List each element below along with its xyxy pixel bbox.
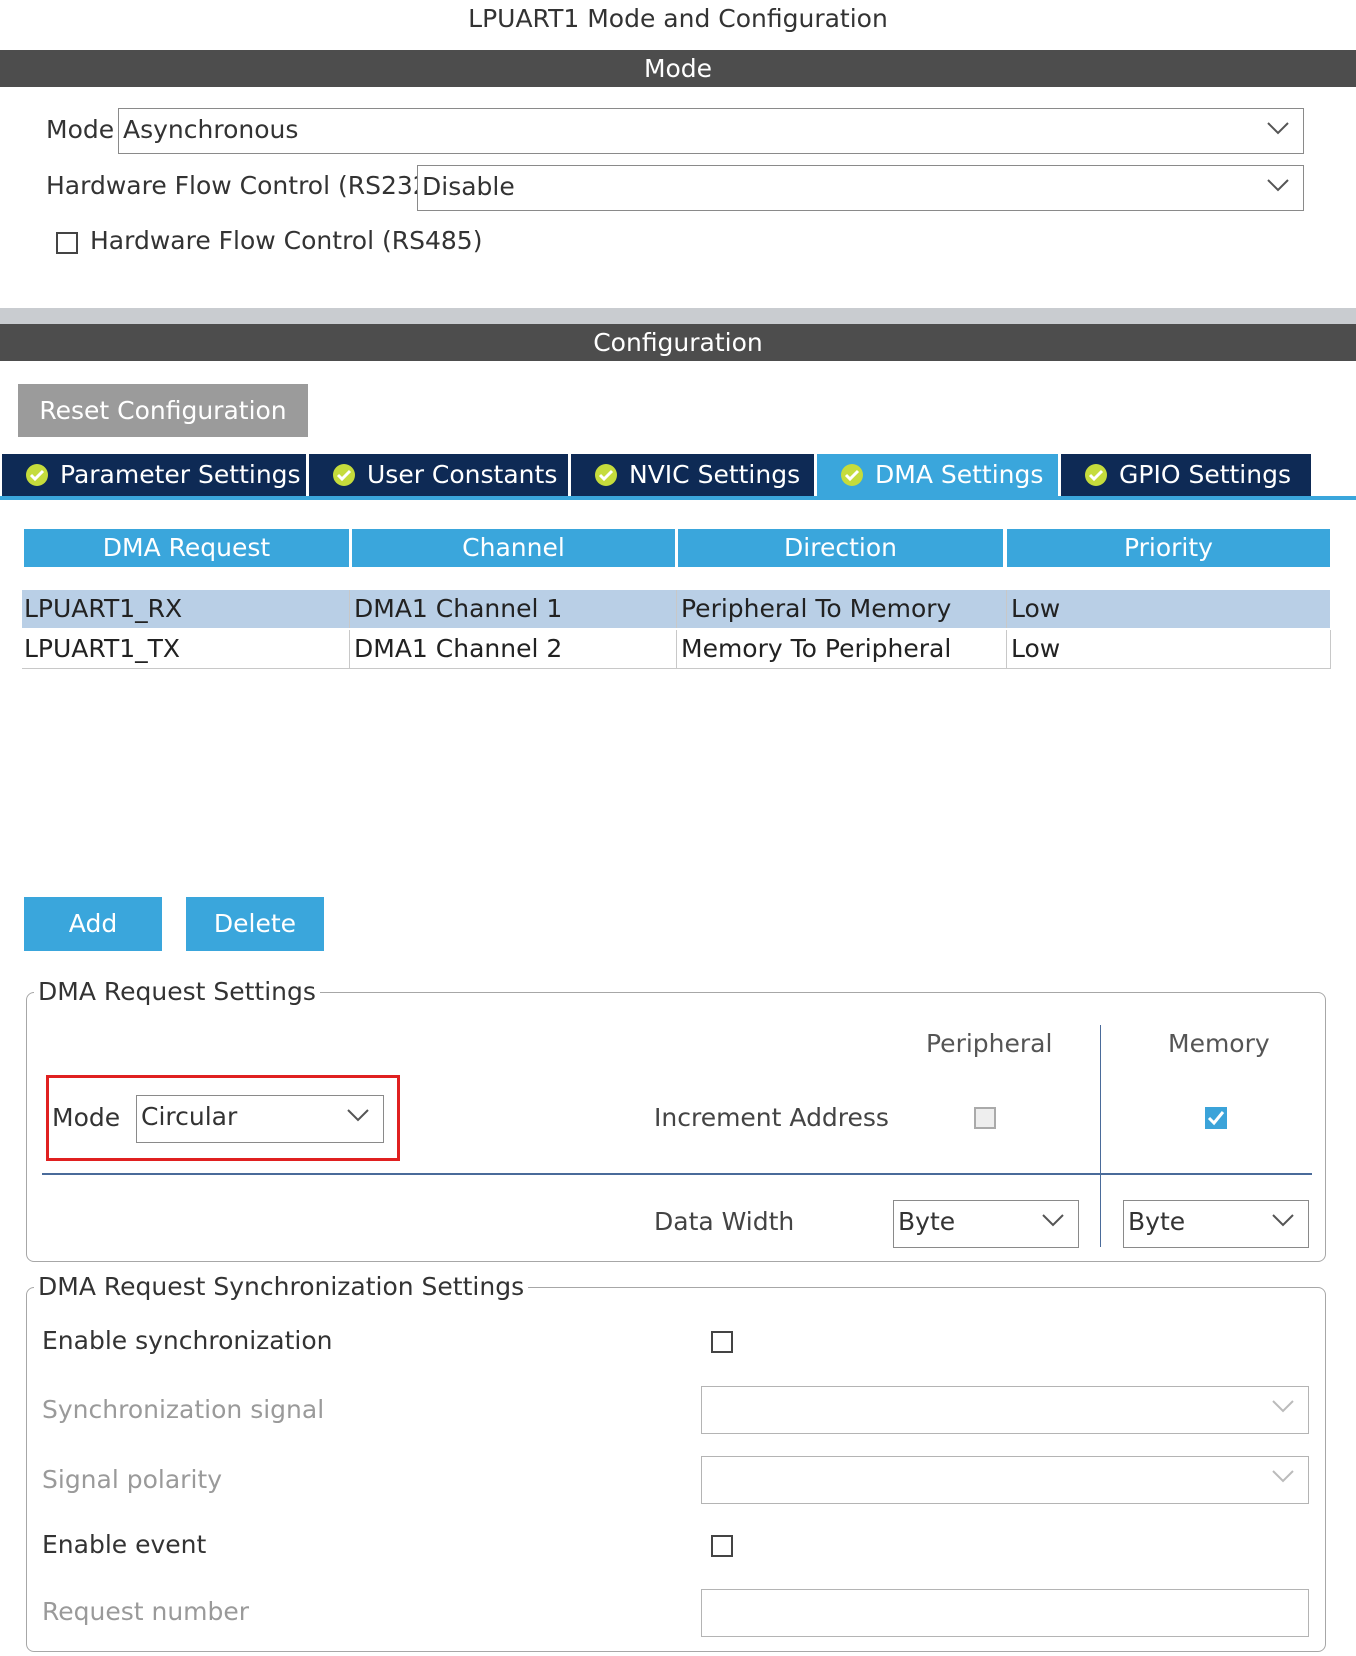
increment-address-label: Increment Address xyxy=(654,1103,889,1132)
hw-flow-rs232-select[interactable]: Disable xyxy=(417,165,1304,211)
dma-mode-value: Circular xyxy=(141,1102,238,1131)
mode-select-value: Asynchronous xyxy=(123,115,299,144)
delete-button[interactable]: Delete xyxy=(186,897,324,951)
cell-channel: DMA1 Channel 1 xyxy=(350,590,677,628)
sync-signal-label: Synchronization signal xyxy=(42,1395,325,1424)
hw-flow-rs485-label: Hardware Flow Control (RS485) xyxy=(90,226,483,255)
hw-flow-rs232-value: Disable xyxy=(422,172,515,201)
section-divider xyxy=(0,308,1356,324)
sync-signal-select[interactable] xyxy=(701,1386,1309,1434)
mode-label: Mode xyxy=(46,115,115,144)
hw-flow-rs485-checkbox[interactable] xyxy=(56,232,78,254)
reset-configuration-button[interactable]: Reset Configuration xyxy=(18,384,308,437)
cell-priority: Low xyxy=(1011,594,1061,623)
request-number-input[interactable] xyxy=(701,1589,1309,1637)
cell-channel: DMA1 Channel 2 xyxy=(350,630,677,668)
chevron-down-icon xyxy=(1272,1214,1294,1227)
hw-flow-rs232-label: Hardware Flow Control (RS232) xyxy=(46,171,439,200)
dma-mode-label: Mode xyxy=(52,1103,121,1132)
cell-priority: Low xyxy=(1011,634,1061,663)
column-header-channel: Channel xyxy=(352,529,675,567)
mode-select[interactable]: Asynchronous xyxy=(118,108,1304,154)
cell-direction: Peripheral To Memory xyxy=(677,590,1007,628)
configuration-section-header: Configuration xyxy=(0,324,1356,361)
enable-event-checkbox[interactable] xyxy=(711,1535,733,1557)
data-width-label: Data Width xyxy=(654,1207,795,1236)
check-circle-icon xyxy=(333,464,355,486)
column-header-dma-request: DMA Request xyxy=(24,529,349,567)
signal-polarity-label: Signal polarity xyxy=(42,1465,222,1494)
chevron-down-icon xyxy=(1267,179,1289,192)
enable-sync-label: Enable synchronization xyxy=(42,1326,333,1355)
table-row[interactable]: LPUART1_TX DMA1 Channel 2 Memory To Peri… xyxy=(22,630,1331,669)
cell-dma-request: LPUART1_TX xyxy=(22,630,350,668)
cell-dma-request: LPUART1_RX xyxy=(22,590,350,628)
checkmark-icon xyxy=(1207,1111,1225,1126)
check-circle-icon xyxy=(1085,464,1107,486)
tab-label: Parameter Settings xyxy=(60,460,301,489)
dma-sync-settings-legend: DMA Request Synchronization Settings xyxy=(34,1272,529,1301)
tab-gpio-settings[interactable]: GPIO Settings xyxy=(1061,454,1311,496)
enable-event-label: Enable event xyxy=(42,1530,207,1559)
dma-mode-select[interactable]: Circular xyxy=(136,1095,384,1143)
table-row[interactable]: LPUART1_RX DMA1 Channel 1 Peripheral To … xyxy=(22,590,1330,628)
dma-request-settings-legend: DMA Request Settings xyxy=(34,977,320,1006)
chevron-down-icon xyxy=(1267,122,1289,135)
chevron-down-icon xyxy=(1272,1470,1294,1483)
memory-increment-checkbox[interactable] xyxy=(1205,1107,1227,1129)
column-header-priority: Priority xyxy=(1007,529,1330,567)
tab-nvic-settings[interactable]: NVIC Settings xyxy=(571,454,814,496)
tab-underline xyxy=(0,496,1356,500)
request-number-label: Request number xyxy=(42,1597,250,1626)
check-circle-icon xyxy=(841,464,863,486)
tab-label: User Constants xyxy=(367,460,558,489)
tab-label: DMA Settings xyxy=(875,460,1044,489)
column-header-direction: Direction xyxy=(678,529,1003,567)
check-circle-icon xyxy=(26,464,48,486)
memory-data-width-value: Byte xyxy=(1128,1207,1186,1236)
row-divider xyxy=(42,1173,1312,1175)
column-divider xyxy=(1100,1025,1101,1247)
tab-user-constants[interactable]: User Constants xyxy=(309,454,568,496)
cell-direction: Memory To Peripheral xyxy=(677,630,1007,668)
memory-column-header: Memory xyxy=(1168,1029,1270,1058)
peripheral-data-width-select[interactable]: Byte xyxy=(893,1200,1079,1248)
tab-label: GPIO Settings xyxy=(1119,460,1291,489)
peripheral-column-header: Peripheral xyxy=(926,1029,1053,1058)
signal-polarity-select[interactable] xyxy=(701,1456,1309,1504)
chevron-down-icon xyxy=(1042,1214,1064,1227)
tab-parameter-settings[interactable]: Parameter Settings xyxy=(2,454,306,496)
add-button[interactable]: Add xyxy=(24,897,162,951)
enable-sync-checkbox[interactable] xyxy=(711,1331,733,1353)
chevron-down-icon xyxy=(1272,1400,1294,1413)
memory-data-width-select[interactable]: Byte xyxy=(1123,1200,1309,1248)
tab-dma-settings[interactable]: DMA Settings xyxy=(817,454,1058,496)
window-title: LPUART1 Mode and Configuration xyxy=(468,4,888,33)
peripheral-data-width-value: Byte xyxy=(898,1207,956,1236)
chevron-down-icon xyxy=(347,1109,369,1122)
mode-section-header: Mode xyxy=(0,50,1356,87)
check-circle-icon xyxy=(595,464,617,486)
tab-label: NVIC Settings xyxy=(629,460,801,489)
peripheral-increment-checkbox[interactable] xyxy=(974,1107,996,1129)
